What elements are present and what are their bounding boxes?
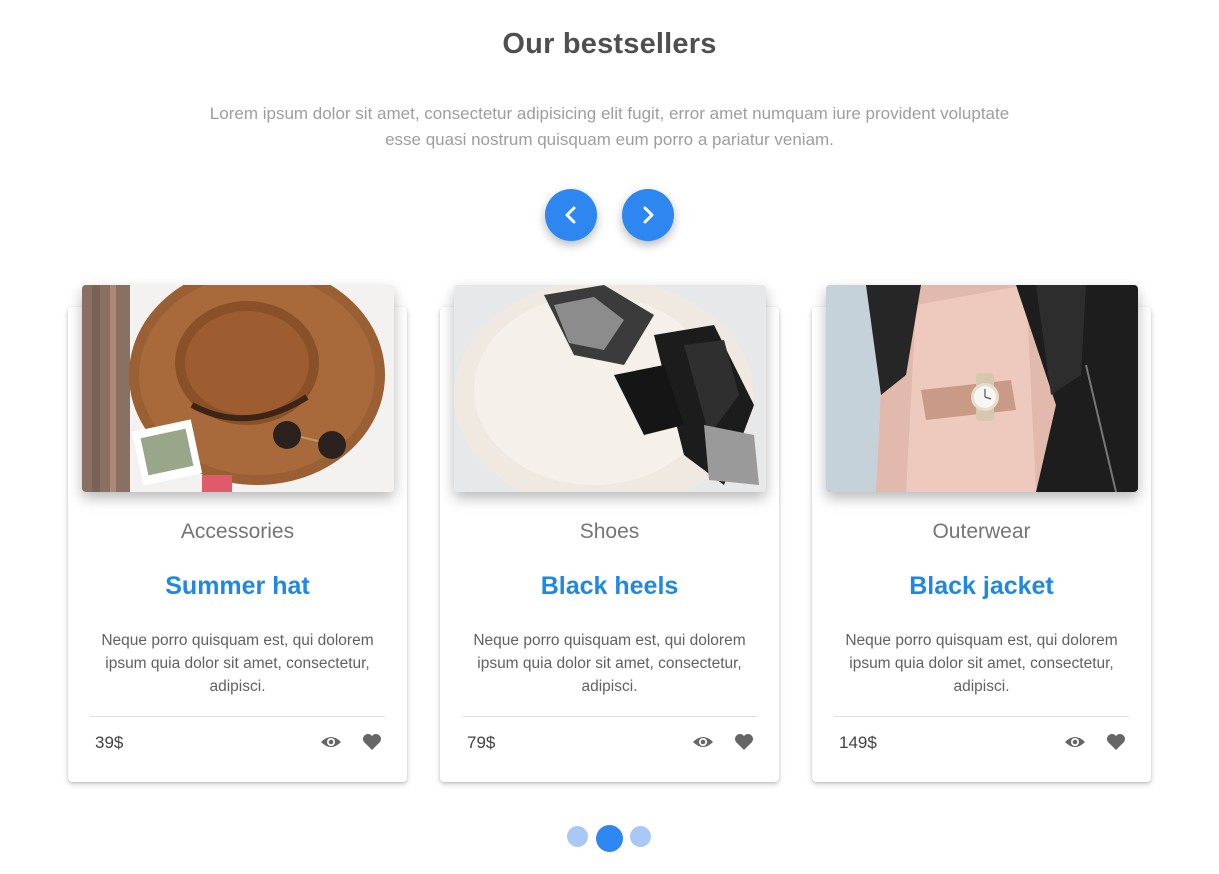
product-category: Accessories <box>180 520 295 543</box>
product-card: Outerwear Black jacket Neque porro quisq… <box>812 285 1151 782</box>
card-divider <box>90 716 385 717</box>
product-category: Outerwear <box>932 520 1031 543</box>
card-divider <box>834 716 1129 717</box>
product-image[interactable] <box>82 285 394 492</box>
product-price: 149$ <box>839 733 877 752</box>
product-image[interactable] <box>826 285 1138 492</box>
product-description: Neque porro quisquam est, qui dolorem ip… <box>473 632 746 695</box>
product-card: Accessories Summer hat Neque porro quisq… <box>68 285 407 782</box>
section-title: Our bestsellers <box>502 28 717 60</box>
product-description: Neque porro quisquam est, qui dolorem ip… <box>845 632 1118 695</box>
product-image[interactable] <box>454 285 766 492</box>
product-title[interactable]: Black jacket <box>812 572 1151 601</box>
product-card: Shoes Black heels Neque porro quisquam e… <box>440 285 779 782</box>
carousel-indicator-active[interactable] <box>596 825 623 852</box>
carousel-indicator[interactable] <box>567 826 588 847</box>
chevron-left-icon <box>561 205 581 225</box>
product-category: Shoes <box>579 520 640 543</box>
heart-icon[interactable] <box>359 731 385 753</box>
product-title[interactable]: Black heels <box>440 572 779 601</box>
eye-icon[interactable] <box>690 731 716 753</box>
heart-icon[interactable] <box>1103 731 1129 753</box>
eye-icon[interactable] <box>318 731 344 753</box>
eye-icon[interactable] <box>1062 731 1088 753</box>
product-description: Neque porro quisquam est, qui dolorem ip… <box>101 632 374 695</box>
carousel-next-button[interactable] <box>622 189 674 241</box>
chevron-right-icon <box>638 205 658 225</box>
card-divider <box>462 716 757 717</box>
carousel-indicator[interactable] <box>630 826 651 847</box>
product-price: 79$ <box>467 733 496 752</box>
product-price: 39$ <box>95 733 124 752</box>
heart-icon[interactable] <box>731 731 757 753</box>
product-title[interactable]: Summer hat <box>68 572 407 601</box>
section-description: Lorem ipsum dolor sit amet, consectetur … <box>209 104 1010 149</box>
carousel-prev-button[interactable] <box>545 189 597 241</box>
